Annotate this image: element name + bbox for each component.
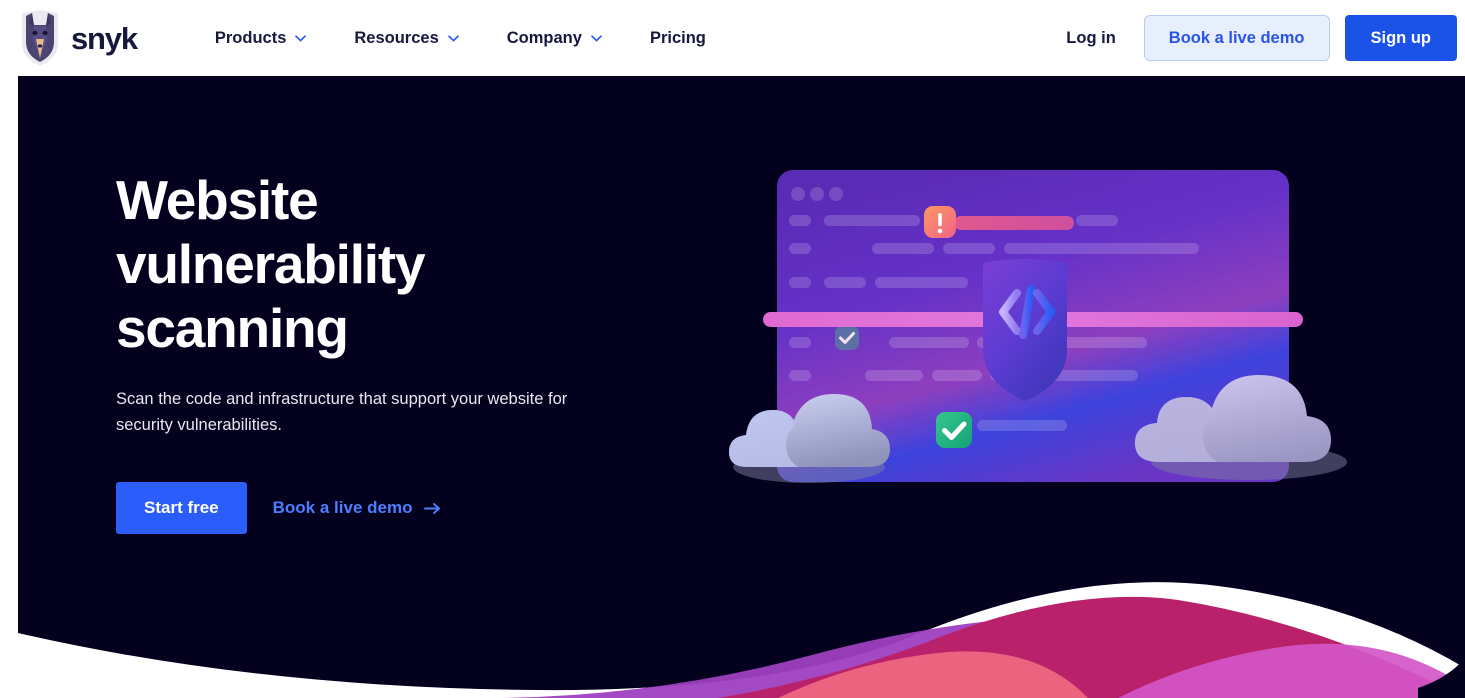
vulnerable-line-bar [954, 216, 1074, 230]
start-free-button[interactable]: Start free [116, 482, 247, 534]
page-title: Website vulnerability scanning [116, 168, 736, 360]
login-link[interactable]: Log in [1038, 29, 1143, 48]
window-dot [829, 187, 843, 201]
hero-section: Website vulnerability scanning Scan the … [18, 76, 1465, 698]
chevron-down-icon [591, 34, 602, 42]
nav-actions-group: Log in Book a live demo Sign up [1038, 15, 1465, 61]
decorative-wave-graphic [18, 538, 1465, 698]
hero-book-demo-link[interactable]: Book a live demo [273, 498, 442, 518]
hero-title-line-1: Website [116, 169, 319, 231]
hero-title-line-2: vulnerability [116, 233, 426, 295]
window-dot [810, 187, 824, 201]
nav-item-company[interactable]: Company [483, 18, 626, 58]
window-dot [791, 187, 805, 201]
nav-item-resources[interactable]: Resources [330, 18, 482, 58]
hero-title-line-3: scanning [116, 297, 349, 359]
hero-copy-block: Website vulnerability scanning Scan the … [116, 168, 736, 534]
hero-subtitle: Scan the code and infrastructure that su… [116, 390, 568, 434]
brand-wordmark: snyk [71, 20, 138, 56]
chevron-down-icon [295, 34, 307, 42]
nav-links-group: Products Resources Company Pricing [191, 18, 730, 58]
brand-logo-link[interactable]: snyk [18, 9, 138, 67]
arrow-right-icon [424, 502, 441, 514]
nav-item-pricing[interactable]: Pricing [626, 18, 730, 58]
hero-cta-group: Start free Book a live demo [116, 482, 736, 534]
snyk-doberman-shield-logo-icon [22, 10, 58, 66]
signup-button[interactable]: Sign up [1344, 15, 1457, 61]
nav-item-products[interactable]: Products [191, 18, 331, 58]
hero-illustration [729, 170, 1347, 483]
shield-code-badge [983, 259, 1067, 401]
nav-item-products-label: Products [214, 28, 287, 47]
chevron-down-icon [447, 34, 459, 42]
exclamation-alert-badge [924, 206, 956, 238]
top-navigation-bar: snyk Products Resources Company Pricing … [0, 0, 1465, 76]
checkmark-badge [936, 412, 972, 448]
nav-item-pricing-label: Pricing [649, 28, 706, 47]
checkmark-badge-muted [835, 326, 859, 350]
nav-book-demo-button[interactable]: Book a live demo [1143, 15, 1330, 61]
hero-book-demo-label: Book a live demo [272, 498, 413, 517]
nav-item-company-label: Company [506, 28, 582, 47]
nav-item-resources-label: Resources [354, 28, 439, 47]
